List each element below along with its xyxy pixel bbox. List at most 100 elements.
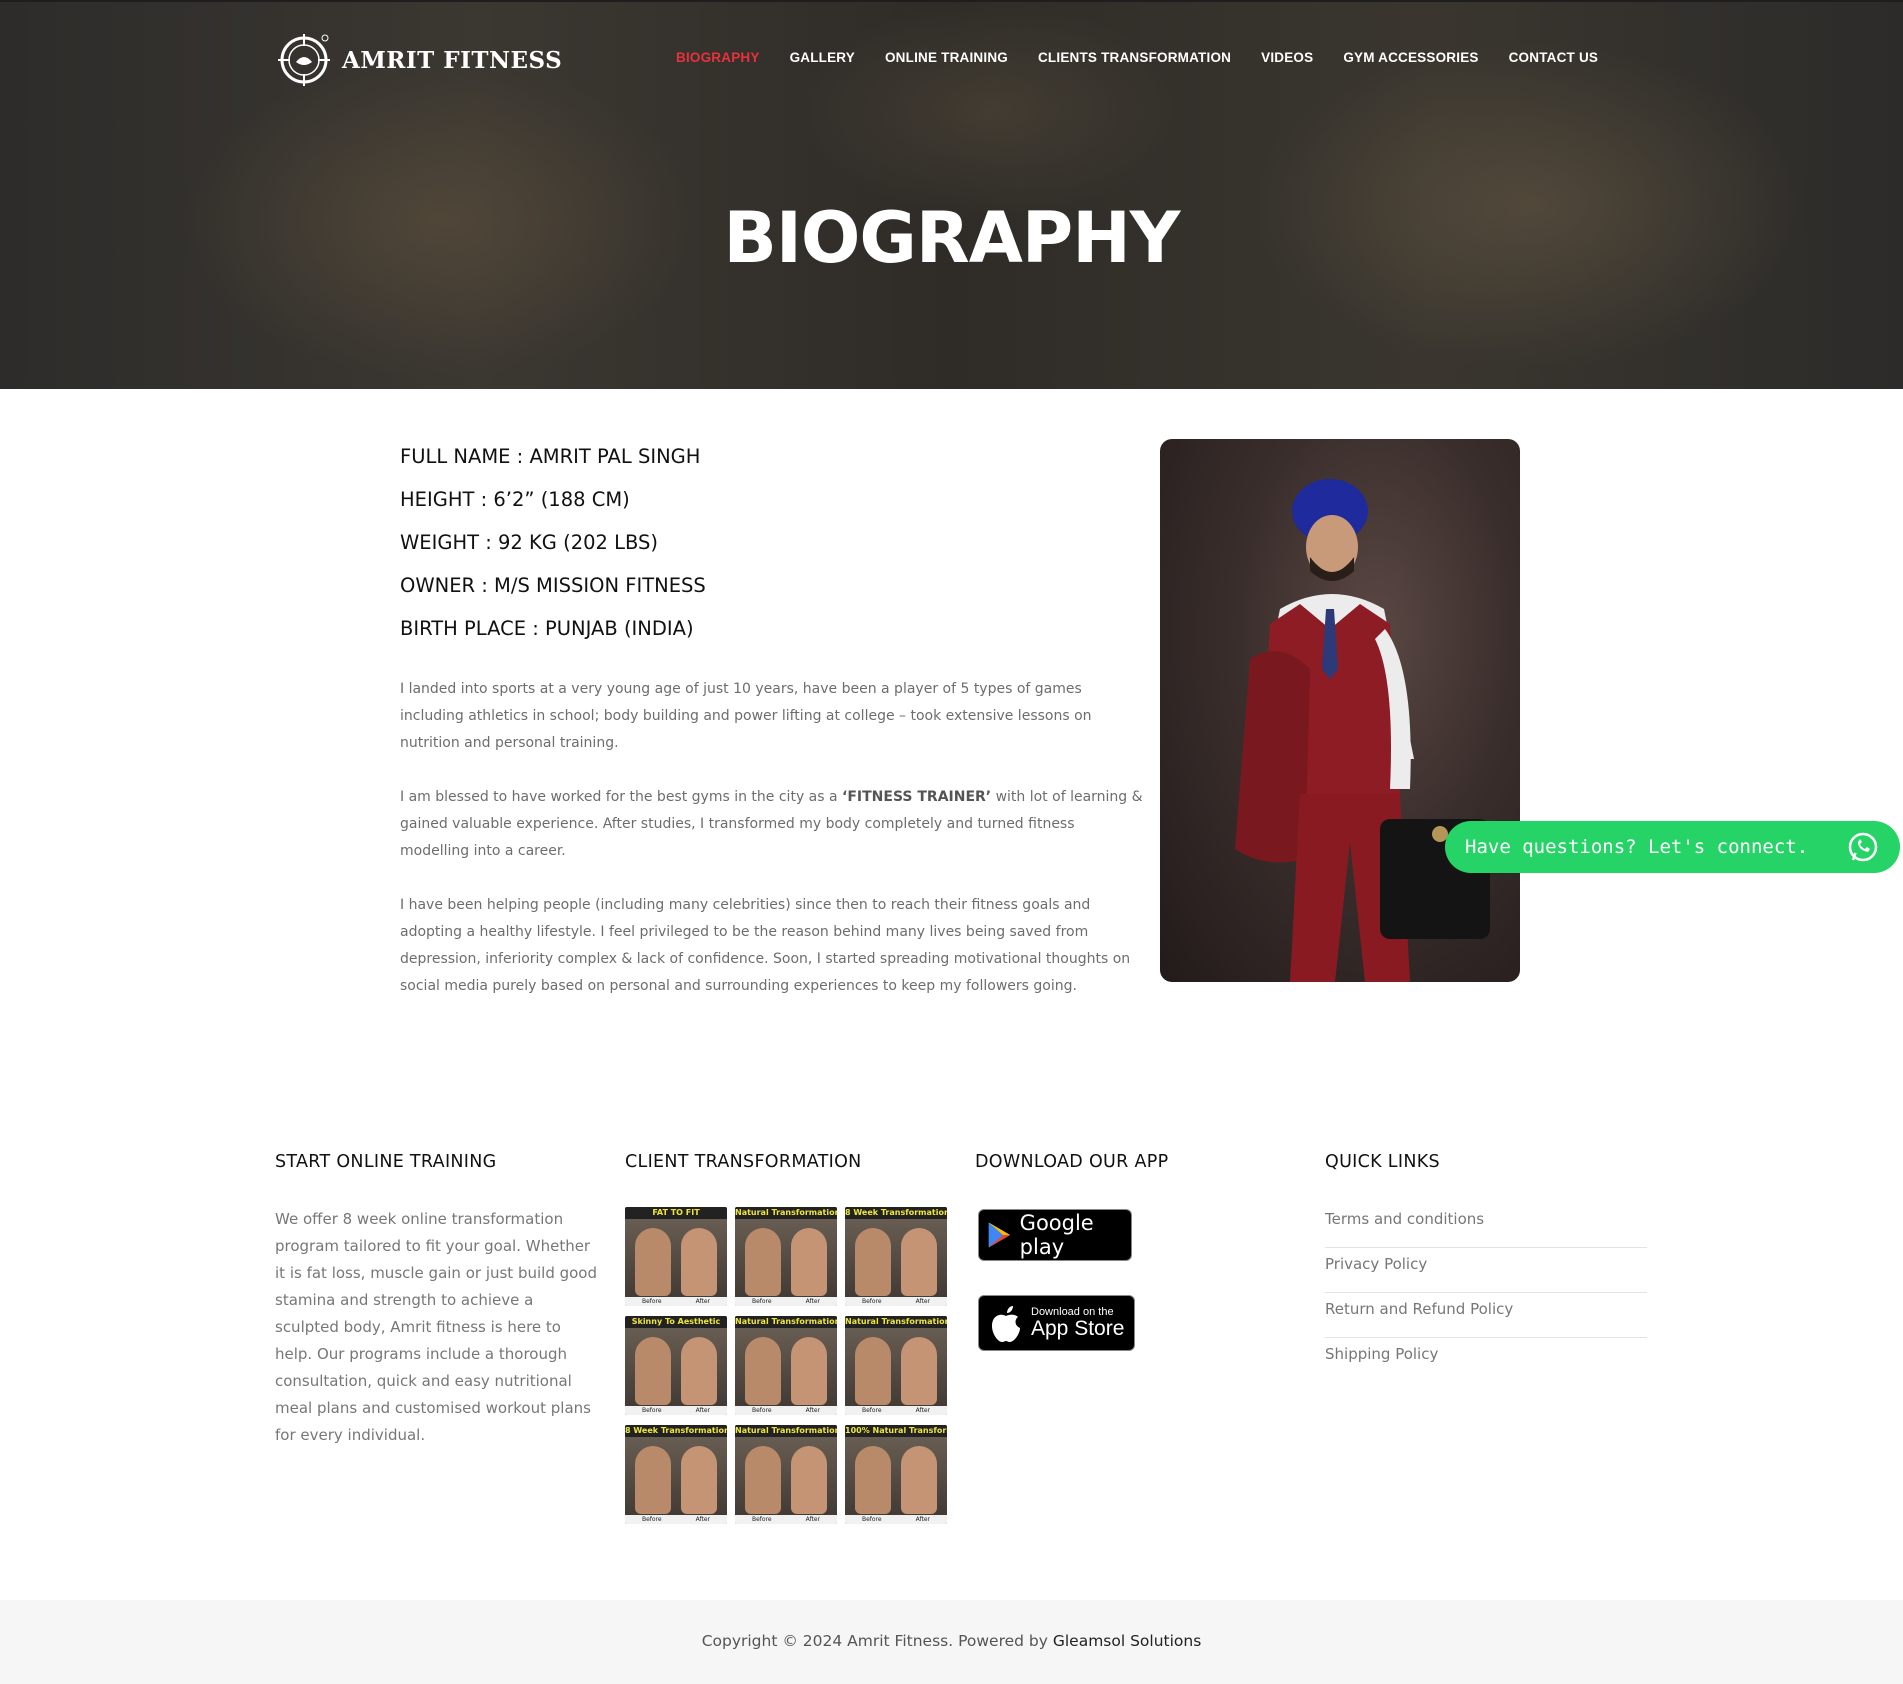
before-label: Before [861,1298,882,1305]
footer-quicklinks-title: QUICK LINKS [1325,1152,1440,1172]
quick-link[interactable]: Terms and conditions [1325,1203,1647,1248]
after-label: After [915,1516,930,1523]
before-label: Before [861,1516,882,1523]
app-store-button[interactable]: Download on the App Store [978,1295,1135,1351]
whatsapp-icon [1848,832,1878,862]
nav-link-videos[interactable]: VIDEOS [1261,50,1313,65]
after-figure [791,1337,827,1405]
quick-links-list: Terms and conditions Privacy Policy Return… [1325,1203,1647,1383]
before-figure [745,1228,781,1296]
app-store-label: App Store [1031,1317,1125,1340]
before-after-labels: Before After [845,1515,947,1524]
after-figure [901,1446,937,1514]
transformation-caption: FAT TO FIT [625,1207,727,1219]
copyright: Copyright © 2024 Amrit Fitness. Powered … [0,1632,1903,1650]
transformation-image[interactable]: FAT TO FIT Before After [625,1207,727,1306]
before-after-labels: Before After [735,1515,837,1524]
bio-fact: OWNER : M/S MISSION FITNESS [400,574,706,597]
bio-fact: HEIGHT : 6’2” (188 CM) [400,488,630,511]
nav-link-biography[interactable]: BIOGRAPHY [676,50,760,65]
nav-link-contact-us[interactable]: CONTACT US [1509,50,1599,65]
quick-link[interactable]: Privacy Policy [1325,1248,1647,1293]
transformation-caption: Natural Transformation [735,1425,837,1437]
transformation-gallery: FAT TO FIT Before After Natural Transformat… [625,1207,947,1524]
main-navigation: BIOGRAPHY GALLERY ONLINE TRAINING CLIENTS T… [676,50,1628,65]
after-figure [901,1228,937,1296]
before-after-labels: Before After [845,1406,947,1415]
after-figure [791,1228,827,1296]
bio-highlight: ‘FITNESS TRAINER’ [842,789,992,805]
nav-link-gym-accessories[interactable]: GYM ACCESSORIES [1343,50,1478,65]
transformation-caption: 100% Natural Transformation [845,1425,947,1437]
transformation-caption: Natural Transformation [735,1207,837,1219]
before-figure [635,1228,671,1296]
logo-emblem-icon [278,34,330,86]
before-after-labels: Before After [735,1297,837,1306]
after-figure [681,1228,717,1296]
logo-text: AMRIT FITNESS [342,46,563,74]
after-label: After [915,1298,930,1305]
before-label: Before [751,1407,772,1414]
google-play-button[interactable]: Google play [978,1209,1132,1261]
page-title: BIOGRAPHY [723,197,1180,279]
bio-paragraph-text: I am blessed to have worked for the best… [400,789,843,805]
transformation-image[interactable]: Natural Transformation Before After [735,1425,837,1524]
before-after-labels: Before After [845,1297,947,1306]
after-label: After [695,1298,710,1305]
before-figure [855,1337,891,1405]
before-label: Before [641,1407,662,1414]
before-after-labels: Before After [625,1297,727,1306]
after-figure [681,1446,717,1514]
quick-link[interactable]: Return and Refund Policy [1325,1293,1647,1338]
transformation-image[interactable]: 8 Week Transformation Before After [625,1425,727,1524]
bio-paragraph: I landed into sports at a very young age… [400,681,1092,751]
after-figure [791,1446,827,1514]
google-play-label: Google play [1019,1211,1094,1259]
before-label: Before [641,1298,662,1305]
before-figure [635,1337,671,1405]
powered-by-link[interactable]: Gleamsol Solutions [1053,1632,1201,1650]
transformation-image[interactable]: Skinny To Aesthetic Before After [625,1316,727,1415]
google-play-icon [988,1222,1011,1248]
transformation-caption: Skinny To Aesthetic [625,1316,727,1328]
footer-app-title: DOWNLOAD OUR APP [975,1152,1169,1172]
transformation-caption: 8 Week Transformation [845,1207,947,1219]
hero-banner: AMRIT FITNESS BIOGRAPHY GALLERY ONLINE TRA… [0,0,1903,389]
after-label: After [805,1407,820,1414]
before-figure [745,1337,781,1405]
before-label: Before [861,1407,882,1414]
before-figure [635,1446,671,1514]
before-after-labels: Before After [735,1406,837,1415]
transformation-image[interactable]: Natural Transformation Before After [735,1316,837,1415]
footer-training-title: START ONLINE TRAINING [275,1152,497,1172]
quick-link[interactable]: Shipping Policy [1325,1338,1647,1383]
transformation-image[interactable]: 8 Week Transformation Before After [845,1207,947,1306]
before-label: Before [751,1298,772,1305]
footer-training-text: We offer 8 week online transformation pr… [275,1210,598,1444]
copyright-text: Copyright © 2024 Amrit Fitness. Powered … [701,1632,1053,1650]
whatsapp-label: Have questions? Let's connect. [1465,836,1809,858]
bio-paragraph: I am blessed to have worked for the best… [400,784,1145,865]
hero-background-shade [800,0,1180,220]
transformation-image[interactable]: Natural Transformation Before After [845,1316,947,1415]
after-label: After [805,1516,820,1523]
transformation-image[interactable]: 100% Natural Transformation Before After [845,1425,947,1524]
transformation-caption: Natural Transformation [735,1316,837,1328]
before-after-labels: Before After [625,1406,727,1415]
bio-fact: FULL NAME : AMRIT PAL SINGH [400,445,701,468]
whatsapp-chat-button[interactable]: Have questions? Let's connect. [1445,821,1900,873]
after-figure [901,1337,937,1405]
before-figure [855,1446,891,1514]
nav-link-clients-transformation[interactable]: CLIENTS TRANSFORMATION [1038,50,1231,65]
site-logo[interactable]: AMRIT FITNESS [276,32,562,88]
transformation-caption: 8 Week Transformation [625,1425,727,1437]
transformation-image[interactable]: Natural Transformation Before After [735,1207,837,1306]
after-label: After [695,1516,710,1523]
portrait-photo [1160,439,1520,982]
nav-link-gallery[interactable]: GALLERY [790,50,855,65]
before-label: Before [641,1516,662,1523]
bio-paragraph: I have been helping people (including ma… [400,897,1131,994]
before-after-labels: Before After [625,1515,727,1524]
transformation-caption: Natural Transformation [845,1316,947,1328]
nav-link-online-training[interactable]: ONLINE TRAINING [885,50,1008,65]
